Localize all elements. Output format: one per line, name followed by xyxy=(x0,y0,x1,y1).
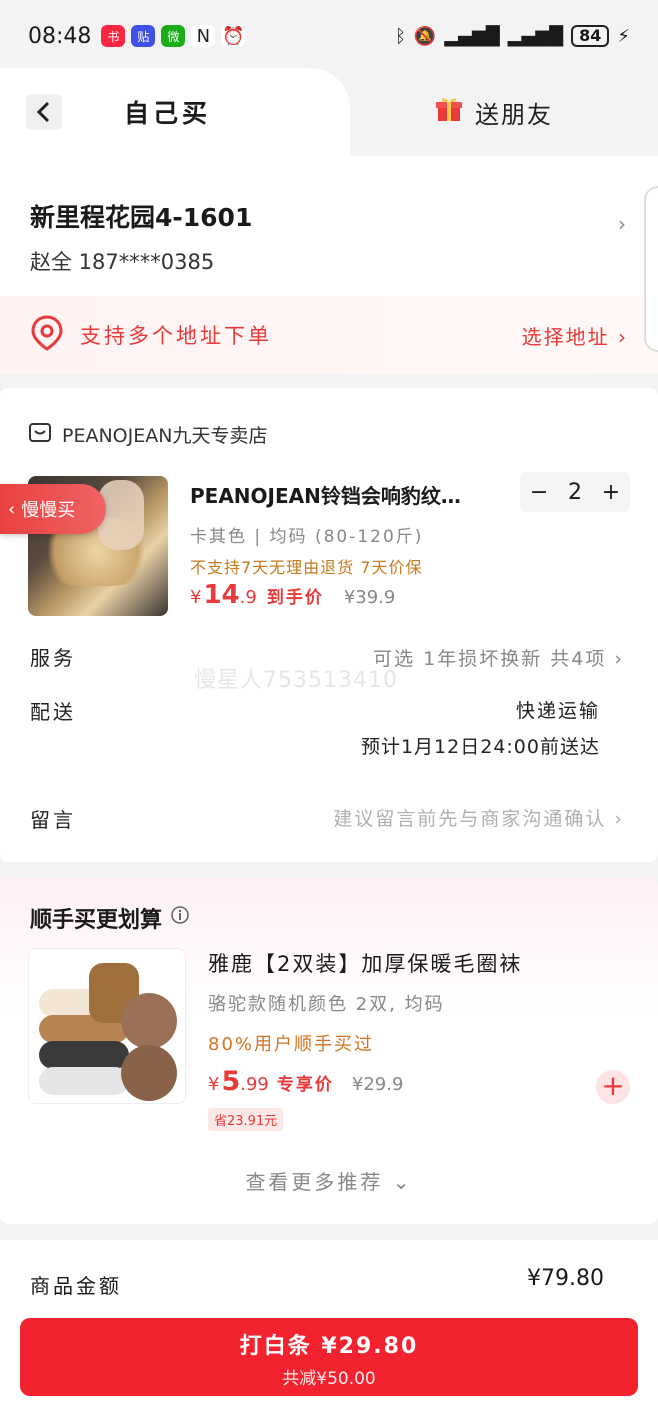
select-address-link[interactable]: 选择地址 › xyxy=(522,321,628,350)
address-recipient: 赵全 187****0385 xyxy=(30,250,215,274)
pay-button[interactable]: 打白条 ¥29.80 共减¥50.00 xyxy=(20,1318,638,1396)
slow-buy-label: 慢慢买 xyxy=(21,500,76,521)
shop-row[interactable]: PEANOJEAN九天专卖店 xyxy=(28,420,267,449)
bluetooth-icon: ᛒ xyxy=(395,25,406,47)
wechat-icon: 微 xyxy=(161,25,186,47)
price-currency: ¥ xyxy=(190,587,202,608)
battery-indicator: 84 xyxy=(571,25,610,47)
quantity-stepper: − 2 + xyxy=(520,472,630,512)
recommend-title-text: 顺手买更划算 xyxy=(30,908,163,933)
quantity-value[interactable]: 2 xyxy=(568,480,582,505)
alarm-icon: ⏰ xyxy=(221,25,246,47)
recommend-popularity: 80%用户顺手买过 xyxy=(208,1034,375,1055)
recommend-product-image[interactable] xyxy=(28,948,186,1104)
chevron-left-icon: ‹ xyxy=(8,498,16,520)
pay-button-label: 打白条 ¥29.80 xyxy=(239,1334,419,1359)
xiaohongshu-icon: 书 xyxy=(101,25,126,47)
chevron-right-icon: › xyxy=(618,212,626,236)
price-label: 到手价 xyxy=(266,588,324,608)
multi-address-text: 支持多个地址下单 xyxy=(80,324,272,348)
pay-discount-label: 共减¥50.00 xyxy=(282,1369,376,1389)
rec-price-currency: ¥ xyxy=(208,1074,220,1095)
info-icon[interactable] xyxy=(170,905,190,931)
message-input[interactable]: 建议留言前先与商家沟通确认 › xyxy=(333,804,624,831)
tab-send-friend-label: 送朋友 xyxy=(475,100,553,129)
tab-buy-self-label: 自己买 xyxy=(124,99,212,128)
nfc-icon: N xyxy=(191,25,216,47)
slow-buy-tag[interactable]: ‹ 慢慢买 xyxy=(0,484,106,534)
service-options[interactable]: 可选 1年损坏换新 共4项 › xyxy=(373,644,624,671)
address-card[interactable]: 新里程花园4-1601 赵全 187****0385 › 支持多个地址下单 选择… xyxy=(0,156,658,374)
location-pin-icon xyxy=(30,315,64,355)
back-button[interactable] xyxy=(26,94,62,130)
product-return-policy: 不支持7天无理由退货 7天价保 xyxy=(190,558,423,577)
delivery-eta: 预计1月12日24:00前送达 xyxy=(360,736,600,758)
add-recommend-button[interactable]: + xyxy=(596,1070,630,1104)
multi-address-banner[interactable]: 支持多个地址下单 选择地址 › xyxy=(0,296,658,374)
watermark: 慢星人753513410 xyxy=(194,668,398,693)
signal-icon: ▂▄▆█ xyxy=(444,25,500,47)
more-recommendations-link[interactable]: 查看更多推荐 ⌄ xyxy=(0,1166,658,1195)
price-decimal: .9 xyxy=(239,587,257,608)
savings-badge: 省23.91元 xyxy=(208,1108,284,1131)
side-drawer-handle[interactable] xyxy=(644,186,658,352)
status-time: 08:48 xyxy=(28,23,92,49)
gift-icon xyxy=(435,95,463,129)
purchase-mode-tabs: 送朋友 自己买 xyxy=(0,68,658,156)
recommend-title: 顺手买更划算 xyxy=(30,902,190,934)
chevron-left-icon xyxy=(36,101,50,123)
tab-send-friend[interactable]: 送朋友 xyxy=(330,68,658,156)
signal2-icon: ▂▄▆█ xyxy=(507,25,564,47)
increment-button[interactable]: + xyxy=(602,480,620,505)
recommend-product-name[interactable]: 雅鹿【2双装】加厚保暖毛圈袜 xyxy=(208,948,522,978)
recommend-card: 顺手买更划算 雅鹿【2双装】加厚保暖毛圈袜 骆驼款随机颜色 2双, 均码 80%… xyxy=(0,878,658,1224)
product-spec[interactable]: 卡其色 | 均码 (80-120斤) xyxy=(190,522,423,547)
mute-icon: 🔕 xyxy=(413,25,437,47)
message-label: 留言 xyxy=(30,808,76,832)
store-icon xyxy=(28,420,52,449)
product-title[interactable]: PEANOJEAN铃铛会响豹纹… xyxy=(190,480,510,509)
bottom-bar: 打白条 ¥29.80 共减¥50.00 xyxy=(0,1304,658,1416)
shop-name: PEANOJEAN九天专卖店 xyxy=(62,425,268,447)
price-integer: 14 xyxy=(203,580,240,610)
product-price: ¥ 14 .9 到手价 ¥39.9 xyxy=(190,580,395,610)
delivery-method: 快递运输 xyxy=(515,700,600,722)
recommend-price: ¥ 5 .99 专享价 ¥29.9 xyxy=(208,1066,403,1097)
address-title: 新里程花园4-1601 xyxy=(30,203,253,232)
rec-price-label: 专享价 xyxy=(276,1075,334,1095)
original-price: ¥39.9 xyxy=(343,587,396,608)
charging-icon: ⚡ xyxy=(617,25,630,47)
goods-amount-label: 商品金额 xyxy=(30,1274,122,1298)
tieba-icon: 贴 xyxy=(131,25,156,47)
rec-original-price: ¥29.9 xyxy=(351,1074,404,1095)
service-label: 服务 xyxy=(30,646,76,670)
tab-buy-self[interactable]: 自己买 xyxy=(0,68,350,156)
delivery-label: 配送 xyxy=(30,700,76,724)
goods-amount-value: ¥79.80 xyxy=(527,1266,604,1291)
rec-price-integer: 5 xyxy=(221,1066,241,1097)
order-card: PEANOJEAN九天专卖店 ‹ 慢慢买 PEANOJEAN铃铛会响豹纹… − … xyxy=(0,388,658,862)
rec-price-decimal: .99 xyxy=(240,1074,269,1095)
decrement-button[interactable]: − xyxy=(530,480,548,505)
plus-icon: + xyxy=(601,1069,625,1102)
status-bar: 08:48 书 贴 微 N ⏰ ᛒ 🔕 ▂▄▆█ ▂▄▆█ 84 ⚡ xyxy=(0,0,658,72)
recommend-product-spec: 骆驼款随机颜色 2双, 均码 xyxy=(208,994,445,1015)
